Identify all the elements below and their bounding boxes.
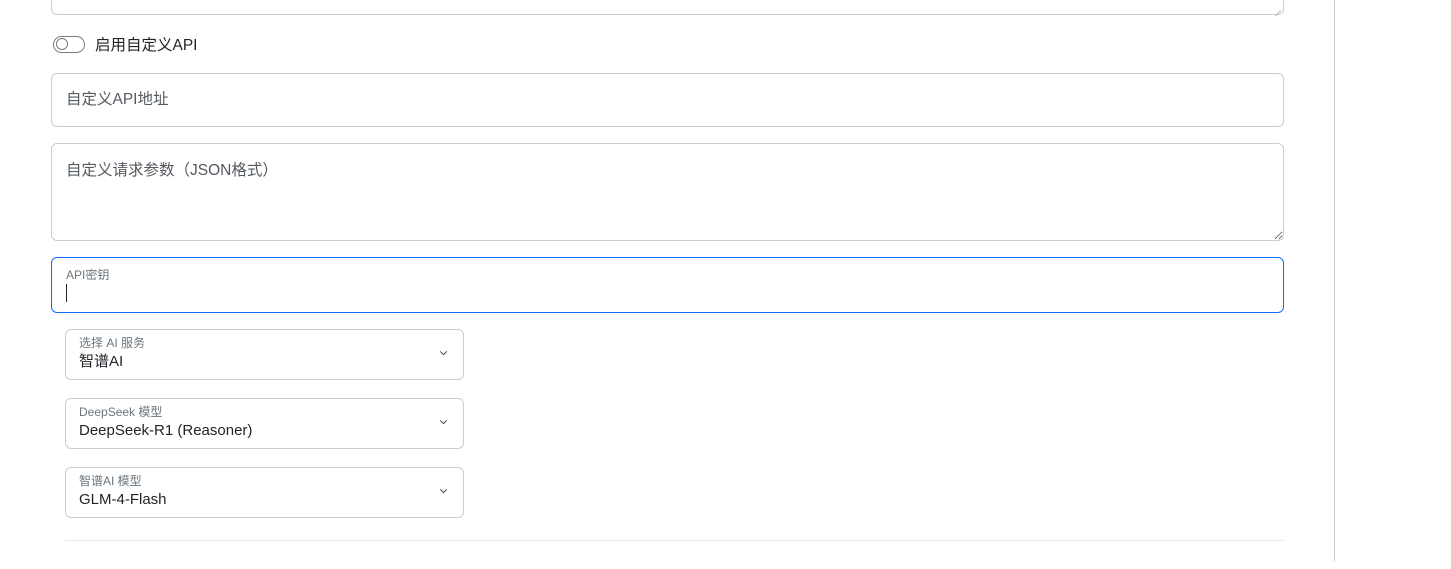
divider (65, 540, 1284, 541)
resize-handle-icon[interactable] (1271, 2, 1281, 12)
chevron-down-icon (437, 484, 450, 501)
zhipu-model-select-value: GLM-4-Flash (79, 491, 167, 508)
custom-params-textarea[interactable] (51, 143, 1284, 241)
chevron-down-icon (437, 346, 450, 363)
ai-service-select-value: 智谱AI (79, 353, 123, 370)
custom-api-url-input[interactable] (51, 73, 1284, 127)
api-key-field[interactable]: API密钥 (51, 257, 1284, 313)
ai-service-select-label: 选择 AI 服务 (79, 336, 423, 352)
settings-form: 启用自定义API API密钥 选择 AI 服务 智谱AI DeepSeek 模型… (0, 0, 1335, 561)
custom-api-toggle-row: 启用自定义API (53, 33, 1284, 55)
custom-api-toggle[interactable] (53, 36, 85, 53)
api-key-label: API密钥 (66, 266, 1269, 283)
ai-service-select[interactable]: 选择 AI 服务 智谱AI (65, 329, 464, 380)
deepseek-model-select[interactable]: DeepSeek 模型 DeepSeek-R1 (Reasoner) (65, 398, 464, 449)
zhipu-model-select[interactable]: 智谱AI 模型 GLM-4-Flash (65, 467, 464, 518)
deepseek-model-select-value: DeepSeek-R1 (Reasoner) (79, 422, 252, 439)
custom-api-toggle-label: 启用自定义API (95, 33, 197, 55)
prior-textarea-bottom[interactable] (51, 0, 1284, 15)
deepseek-model-select-label: DeepSeek 模型 (79, 405, 423, 421)
chevron-down-icon (437, 415, 450, 432)
zhipu-model-select-label: 智谱AI 模型 (79, 474, 423, 490)
toggle-knob-icon (56, 38, 68, 50)
api-key-input[interactable] (67, 285, 1269, 302)
